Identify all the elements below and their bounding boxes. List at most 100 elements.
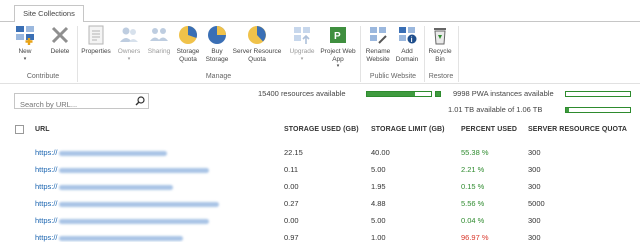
resources-bar <box>366 91 432 97</box>
properties-icon <box>88 25 104 45</box>
recycle-bin-button[interactable]: Recycle Bin <box>427 24 453 74</box>
upgrade-icon <box>294 27 310 44</box>
percent-used-cell: 0.15 % <box>461 182 485 191</box>
chevron-down-icon: ▾ <box>336 63 340 69</box>
storage-limit-cell: 1.00 <box>371 233 386 242</box>
tab-site-collections[interactable]: Site Collections <box>14 5 84 22</box>
redacted-url-blur <box>58 201 219 207</box>
group-label-contribute: Contribute <box>26 73 60 80</box>
pwa-bar <box>435 91 441 97</box>
table-row: https:// 0.27 4.88 5.56 % 5000 <box>0 195 640 212</box>
storage-limit-cell: 5.00 <box>371 216 386 225</box>
storage-bar <box>565 107 631 113</box>
owners-button[interactable]: Owners ▾ <box>116 24 142 74</box>
recycle-bin-icon <box>434 28 446 45</box>
chevron-down-icon: ▾ <box>300 55 304 62</box>
server-resource-quota-cell: 300 <box>528 165 541 174</box>
recycle-bin-label: Recycle Bin <box>428 48 452 63</box>
site-url-link[interactable]: https:// <box>35 165 209 174</box>
project-web-app-icon: P <box>330 27 346 43</box>
resources-available-text: 15400 resources available <box>258 89 346 98</box>
add-domain-icon: i <box>399 27 417 44</box>
site-url-text: https:// <box>35 199 58 208</box>
site-url-link[interactable]: https:// <box>35 233 183 242</box>
owners-label: Owners <box>117 48 141 55</box>
pwa-bar-fill <box>436 92 440 96</box>
search-input[interactable] <box>15 97 127 112</box>
storage-limit-cell: 1.95 <box>371 182 386 191</box>
upgrade-label: Upgrade <box>289 48 315 55</box>
storage-limit-cell: 5.00 <box>371 165 386 174</box>
owners-icon <box>120 27 138 42</box>
project-web-app-button[interactable]: P Project Web App ▾ <box>320 24 356 74</box>
redacted-url-blur <box>58 235 183 241</box>
site-url-link[interactable]: https:// <box>35 199 219 208</box>
server-resource-quota-cell: 300 <box>528 148 541 157</box>
server-resource-quota-button[interactable]: Server Resource Quota <box>232 24 282 74</box>
table-row: https:// 0.00 5.00 0.04 % 300 <box>0 212 640 229</box>
upgrade-button[interactable]: Upgrade ▾ <box>287 24 317 74</box>
storage-used-cell: 0.27 <box>284 199 299 208</box>
column-header-storage-limit[interactable]: STORAGE LIMIT (GB) <box>371 126 445 133</box>
site-url-link[interactable]: https:// <box>35 182 173 191</box>
search-icon[interactable] <box>135 96 145 106</box>
storage-limit-cell: 40.00 <box>371 148 390 157</box>
ribbon-separator <box>458 26 459 82</box>
svg-text:P: P <box>334 31 341 42</box>
sharing-button[interactable]: Sharing <box>146 24 172 74</box>
column-header-percent-used[interactable]: PERCENT USED <box>461 126 517 133</box>
site-url-text: https:// <box>35 182 58 191</box>
storage-used-cell: 0.11 <box>284 165 299 174</box>
properties-button[interactable]: Properties <box>80 24 112 74</box>
percent-used-cell: 2.21 % <box>461 165 485 174</box>
redacted-url-blur <box>58 184 173 190</box>
server-resource-quota-cell: 5000 <box>528 199 545 208</box>
search-box <box>14 93 149 112</box>
site-url-link[interactable]: https:// <box>35 216 209 225</box>
buy-storage-icon <box>208 26 226 44</box>
storage-used-cell: 0.97 <box>284 233 299 242</box>
rename-website-label: Rename Website <box>365 48 391 63</box>
redacted-url-blur <box>58 167 209 173</box>
column-header-url[interactable]: URL <box>35 126 50 133</box>
delete-button[interactable]: Delete <box>48 24 72 74</box>
properties-label: Properties <box>81 48 111 55</box>
percent-used-cell: 5.56 % <box>461 199 485 208</box>
server-resource-quota-cell: 300 <box>528 182 541 191</box>
column-header-server-resource-quota[interactable]: SERVER RESOURCE QUOTA <box>528 126 627 133</box>
ribbon-tabstrip: Site Collections <box>0 0 640 22</box>
table-row: https:// 0.00 1.95 0.15 % 300 <box>0 178 640 195</box>
storage-quota-button[interactable]: Storage Quota <box>175 24 201 74</box>
storage-used-cell: 22.15 <box>284 148 303 157</box>
site-url-text: https:// <box>35 216 58 225</box>
svg-text:i: i <box>411 37 413 44</box>
delete-label: Delete <box>50 48 70 55</box>
site-url-text: https:// <box>35 233 58 242</box>
buy-storage-label: Buy Storage <box>205 48 229 63</box>
server-resource-quota-cell: 300 <box>528 233 541 242</box>
add-domain-label: Add Domain <box>395 48 419 63</box>
pwa-capacity-bar <box>565 91 631 97</box>
chevron-down-icon: ▾ <box>23 55 27 62</box>
column-header-storage-used[interactable]: STORAGE USED (GB) <box>284 126 359 133</box>
new-button[interactable]: New ▾ <box>14 24 36 74</box>
ribbon-separator <box>424 26 425 82</box>
sharing-icon <box>150 28 168 41</box>
add-domain-button[interactable]: i Add Domain <box>394 24 420 74</box>
site-url-link[interactable]: https:// <box>35 148 167 157</box>
redacted-url-blur <box>58 150 167 156</box>
server-resource-quota-cell: 300 <box>528 216 541 225</box>
redacted-url-blur <box>58 218 209 224</box>
select-all-checkbox[interactable] <box>15 125 24 134</box>
table-row: https:// 22.15 40.00 55.38 % 300 <box>0 144 640 161</box>
rename-website-button[interactable]: Rename Website <box>364 24 392 74</box>
table-row: https:// 0.97 1.00 96.97 % 300 <box>0 229 640 242</box>
ribbon-separator <box>360 26 361 82</box>
percent-used-cell: 55.38 % <box>461 148 489 157</box>
group-label-restore: Restore <box>428 73 454 80</box>
ribbon-separator <box>77 26 78 82</box>
percent-used-cell: 0.04 % <box>461 216 485 225</box>
group-label-public-website: Public Website <box>369 73 417 80</box>
buy-storage-button[interactable]: Buy Storage <box>204 24 230 74</box>
storage-quota-label: Storage Quota <box>176 48 200 63</box>
